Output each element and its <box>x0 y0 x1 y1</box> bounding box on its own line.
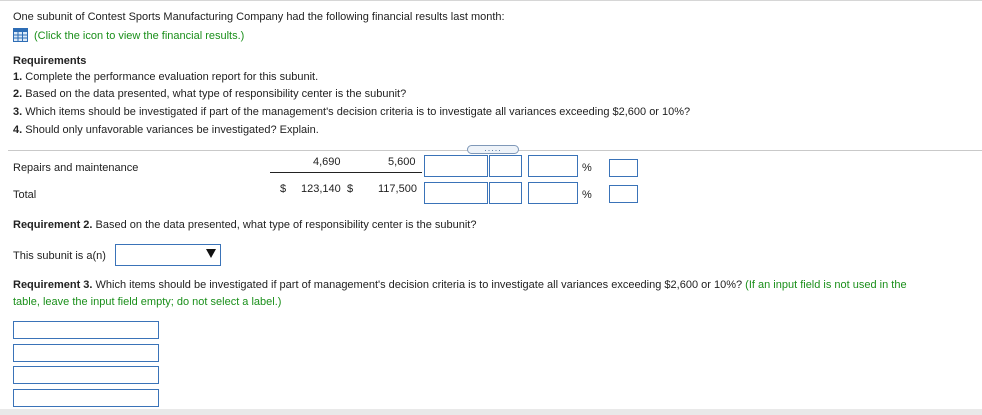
requirement-item-1: 1. Complete the performance evaluation r… <box>13 71 318 83</box>
intro-text: One subunit of Contest Sports Manufactur… <box>13 11 505 23</box>
subunit-prompt: This subunit is a(n) <box>13 250 106 262</box>
requirement-number: 2. <box>13 88 23 100</box>
requirements-heading: Requirements <box>13 55 87 67</box>
requirement-number: 4. <box>13 124 23 136</box>
requirement-3-hint-line1: (If an input field is not used in the <box>745 279 907 291</box>
pct-variance-input-repairs[interactable] <box>528 155 578 177</box>
pct-fu-input-repairs[interactable] <box>609 159 638 177</box>
requirement-2-text: Based on the data presented, what type o… <box>92 219 477 231</box>
requirement-item-3: 3. Which items should be investigated if… <box>13 106 690 118</box>
row-label-repairs: Repairs and maintenance <box>13 162 139 174</box>
investigate-item-input-4[interactable] <box>13 389 159 407</box>
percent-sign-repairs: % <box>582 162 592 174</box>
fu-label-input-total[interactable] <box>489 182 522 204</box>
requirement-3-hint-line2: table, leave the input field empty; do n… <box>13 296 282 308</box>
requirement-number: 1. <box>13 71 23 83</box>
actual-value-repairs: 4,690 <box>313 156 341 168</box>
investigate-item-input-3[interactable] <box>13 366 159 384</box>
requirement-3-text: Which items should be investigated if pa… <box>92 279 743 291</box>
actual-value-total: 123,140 <box>301 183 341 195</box>
bottom-bar <box>0 409 982 415</box>
view-financial-results-link[interactable]: (Click the icon to view the financial re… <box>34 30 244 42</box>
requirement-number: 3. <box>13 106 23 118</box>
budget-value-repairs: 5,600 <box>388 156 416 168</box>
requirement-text: Based on the data presented, what type o… <box>25 88 407 100</box>
dollar-sign-budget: $ <box>347 183 354 195</box>
top-divider <box>0 0 982 1</box>
investigate-item-input-2[interactable] <box>13 344 159 362</box>
requirement-text: Should only unfavorable variances be inv… <box>25 124 319 136</box>
row-label-total: Total <box>13 189 37 201</box>
budget-value-total: 117,500 <box>378 183 417 195</box>
pct-variance-input-total[interactable] <box>528 182 578 204</box>
fu-label-input-repairs[interactable] <box>489 155 522 177</box>
requirement-2-question: Requirement 2. Based on the data present… <box>13 219 477 231</box>
requirement-2-heading: Requirement 2. <box>13 219 93 231</box>
grid-table-icon[interactable] <box>13 28 28 42</box>
requirement-text: Which items should be investigated if pa… <box>25 106 691 118</box>
requirement-text: Complete the performance evaluation repo… <box>25 71 319 83</box>
row-underline <box>270 172 422 173</box>
triangle-down-icon <box>206 249 216 258</box>
requirement-item-4: 4. Should only unfavorable variances be … <box>13 124 319 136</box>
requirement-item-2: 2. Based on the data presented, what typ… <box>13 88 406 100</box>
expand-collapse-button[interactable]: ..... <box>467 144 519 154</box>
requirement-3-question: Requirement 3. Which items should be inv… <box>13 279 907 291</box>
responsibility-center-select[interactable] <box>115 244 221 266</box>
requirement-3-heading: Requirement 3. <box>13 279 93 291</box>
pct-fu-input-total[interactable] <box>609 185 638 203</box>
percent-sign-total: % <box>582 189 592 201</box>
variance-input-total[interactable] <box>424 182 488 204</box>
dollar-sign-actual: $ <box>280 183 287 195</box>
variance-input-repairs[interactable] <box>424 155 488 177</box>
investigate-item-input-1[interactable] <box>13 321 159 339</box>
